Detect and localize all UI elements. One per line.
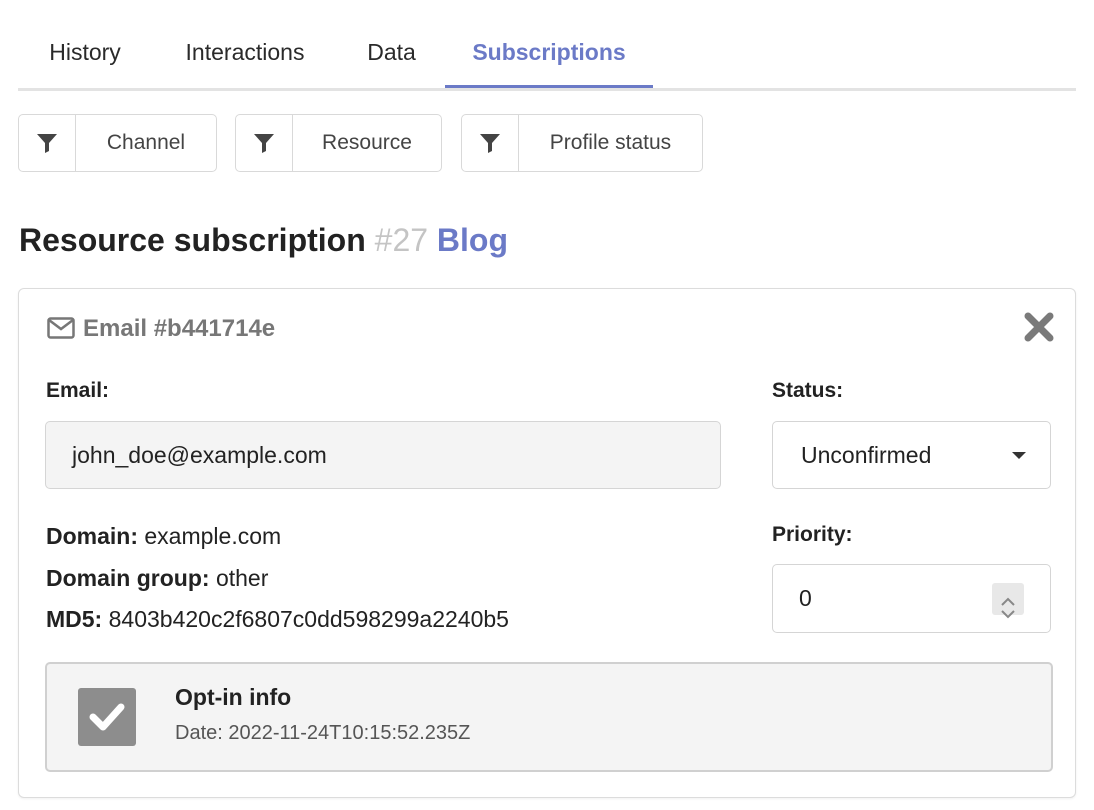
filter-icon [462, 115, 519, 171]
optin-panel: Opt-in info Date: 2022-11-24T10:15:52.23… [45, 662, 1053, 772]
md5-info: MD5: 8403b420c2f6807c0dd598299a2240b5 [46, 606, 509, 633]
optin-date: Date: 2022-11-24T10:15:52.235Z [175, 722, 471, 744]
envelope-icon [47, 317, 75, 339]
tab-data[interactable]: Data [338, 22, 445, 85]
priority-label: Priority: [772, 523, 853, 546]
caret-down-icon [1012, 452, 1026, 459]
filter-channel-label: Channel [106, 131, 186, 154]
page-title: Resource subscription #27 Blog [19, 222, 508, 259]
card-header: Email #b441714e [47, 315, 275, 343]
status-label: Status: [772, 379, 844, 402]
tab-bar: History Interactions Data Subscriptions [18, 22, 1076, 91]
subscription-number: #27 [374, 222, 429, 258]
tab-subscriptions[interactable]: Subscriptions [445, 22, 653, 88]
resource-link[interactable]: Blog [437, 222, 508, 258]
check-icon [89, 703, 125, 731]
filter-resource-button[interactable]: Resource [235, 114, 442, 172]
card-header-title: Email #b441714e [83, 315, 276, 342]
page-title-text: Resource subscription [19, 222, 366, 258]
filter-channel-button[interactable]: Channel [18, 114, 217, 172]
domain-group-value: other [215, 565, 269, 591]
spinner-icon[interactable] [992, 583, 1024, 619]
filter-profile-status-label: Profile status [549, 131, 672, 154]
filter-resource-label: Resource [322, 131, 412, 154]
md5-value: 8403b420c2f6807c0dd598299a2240b5 [108, 606, 509, 632]
subscription-card: Email #b441714e Email: Status: john_doe@… [18, 288, 1076, 798]
tab-history[interactable]: History [18, 22, 152, 85]
close-icon [1024, 312, 1054, 342]
domain-group-info: Domain group: other [46, 565, 268, 592]
optin-title: Opt-in info [175, 684, 292, 710]
priority-input[interactable]: 0 [772, 564, 1051, 633]
status-select-value: Unconfirmed [801, 442, 932, 468]
domain-value: example.com [144, 523, 282, 549]
status-select[interactable]: Unconfirmed [772, 421, 1051, 489]
email-field[interactable]: john_doe@example.com [45, 421, 721, 489]
filter-icon [236, 115, 293, 171]
email-label: Email: [46, 379, 110, 402]
domain-info: Domain: example.com [46, 523, 281, 550]
optin-checkbox[interactable] [78, 688, 136, 746]
domain-label: Domain: [46, 523, 138, 549]
priority-value: 0 [799, 585, 812, 611]
domain-group-label: Domain group: [46, 565, 210, 591]
filter-profile-status-button[interactable]: Profile status [461, 114, 703, 172]
tab-interactions[interactable]: Interactions [152, 22, 338, 85]
filter-icon [19, 115, 76, 171]
md5-label: MD5: [46, 606, 103, 632]
close-button[interactable] [1023, 311, 1055, 343]
